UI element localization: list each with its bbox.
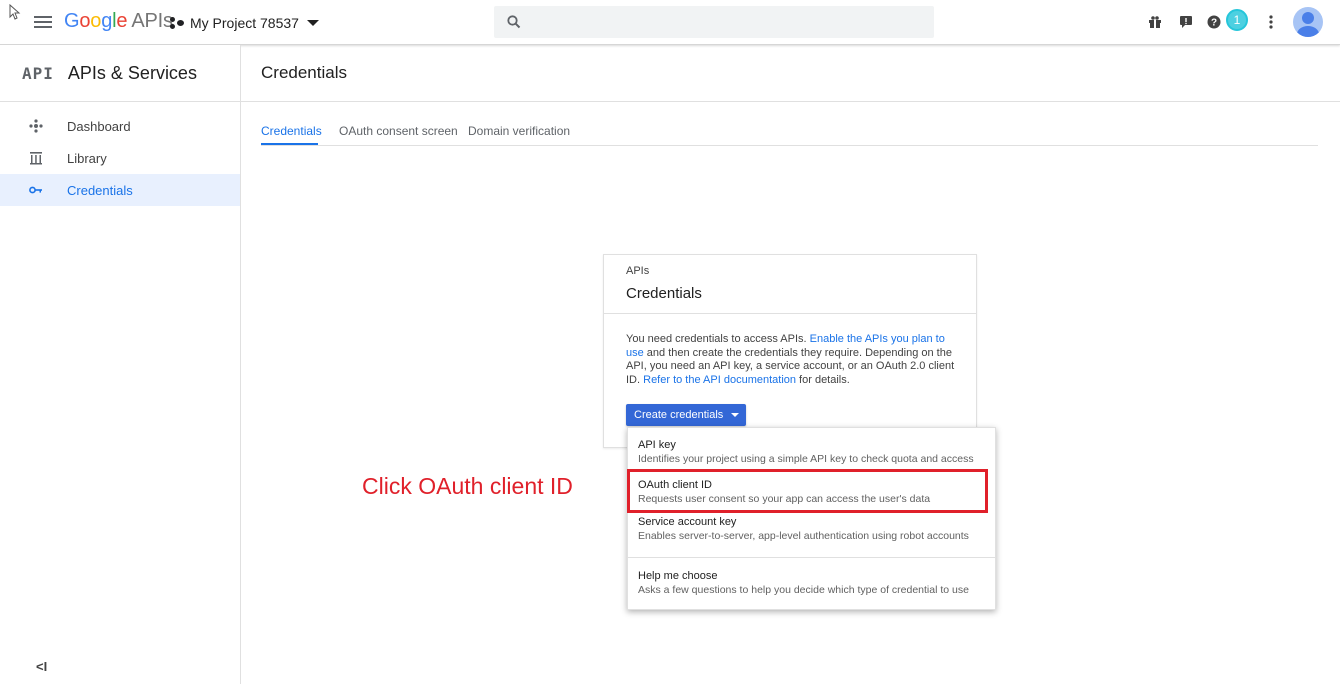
- dashboard-icon: [28, 118, 44, 134]
- api-logo: API: [22, 63, 54, 83]
- menu-divider: [628, 557, 995, 558]
- chevron-down-icon: [731, 413, 740, 417]
- library-icon: [28, 150, 44, 166]
- brand-apis-text: APIs: [131, 10, 173, 32]
- menu-item-description: Enables server-to-server, app-level auth…: [638, 530, 969, 542]
- notifications-badge[interactable]: 1: [1226, 9, 1248, 31]
- menu-item-title: Help me choose: [638, 570, 718, 582]
- tab-credentials[interactable]: Credentials: [261, 124, 322, 138]
- mouse-cursor-icon: [9, 4, 21, 20]
- menu-item-service-account-key[interactable]: Service account key Enables server-to-se…: [628, 516, 995, 546]
- chevron-down-icon: [306, 20, 319, 26]
- left-nav: API APIs & Services Dashboard Library Cr…: [0, 45, 241, 684]
- search-bar[interactable]: [494, 6, 934, 38]
- annotation-highlight-box: [627, 469, 988, 513]
- tab-domain-verification[interactable]: Domain verification: [468, 124, 570, 138]
- divider: [241, 101, 1340, 102]
- sidebar-item-credentials[interactable]: Credentials: [0, 174, 240, 206]
- menu-icon[interactable]: [34, 13, 52, 31]
- collapse-nav-button[interactable]: <I: [36, 659, 47, 674]
- help-icon[interactable]: ?: [1203, 11, 1225, 33]
- key-icon: [28, 182, 44, 198]
- annotation-text: Click OAuth client ID: [362, 473, 573, 499]
- project-name: My Project 78537: [190, 15, 299, 31]
- card-description: You need credentials to access APIs. Ena…: [626, 333, 956, 387]
- top-app-bar: Google APIs My Project 78537 ? 1: [0, 0, 1340, 45]
- card-text: You need credentials to access APIs.: [626, 333, 810, 345]
- card-eyebrow: APIs: [626, 265, 650, 277]
- card-title: Credentials: [626, 285, 702, 302]
- brand-google-text: Google: [64, 10, 128, 32]
- button-label: Create credentials: [634, 409, 724, 421]
- more-vert-icon[interactable]: [1260, 11, 1282, 33]
- divider: [604, 313, 976, 314]
- feedback-icon[interactable]: [1175, 11, 1197, 33]
- nav-header: API APIs & Services: [0, 45, 240, 102]
- create-credentials-menu: API key Identifies your project using a …: [627, 427, 996, 610]
- menu-item-title: API key: [638, 439, 676, 451]
- page-title: Credentials: [261, 63, 347, 82]
- gift-icon[interactable]: [1144, 11, 1166, 33]
- sidebar-item-dashboard[interactable]: Dashboard: [0, 110, 240, 142]
- nav-title: APIs & Services: [67, 62, 197, 83]
- card-text: for details.: [796, 373, 850, 386]
- project-selector[interactable]: My Project 78537: [170, 13, 319, 33]
- menu-item-title: Service account key: [638, 516, 737, 528]
- tab-oauth-consent-screen[interactable]: OAuth consent screen: [339, 124, 458, 138]
- search-input[interactable]: [534, 12, 918, 34]
- sidebar-item-label: Dashboard: [67, 118, 131, 134]
- search-icon: [507, 15, 521, 29]
- api-documentation-link[interactable]: Refer to the API documentation: [643, 374, 796, 386]
- google-apis-logo[interactable]: Google APIs: [64, 10, 173, 33]
- create-credentials-button[interactable]: Create credentials: [626, 404, 746, 426]
- sidebar-item-library[interactable]: Library: [0, 142, 240, 174]
- svg-text:?: ?: [1211, 18, 1217, 29]
- menu-item-help-me-choose[interactable]: Help me choose Asks a few questions to h…: [628, 570, 995, 600]
- sidebar-item-label: Credentials: [67, 182, 133, 198]
- menu-item-description: Identifies your project using a simple A…: [638, 453, 974, 465]
- menu-item-api-key[interactable]: API key Identifies your project using a …: [628, 439, 995, 469]
- project-dots-icon: [170, 16, 186, 30]
- sidebar-item-label: Library: [67, 150, 107, 166]
- account-avatar-icon[interactable]: [1293, 7, 1323, 37]
- divider: [261, 145, 1318, 146]
- menu-item-description: Asks a few questions to help you decide …: [638, 584, 969, 596]
